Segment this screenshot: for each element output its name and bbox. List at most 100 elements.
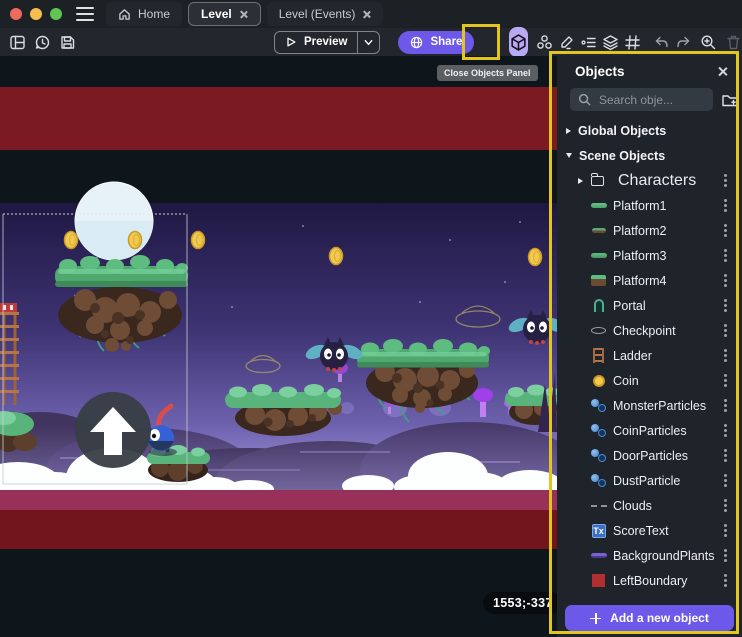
kebab-menu-icon[interactable] bbox=[724, 254, 727, 257]
kebab-menu-icon[interactable] bbox=[724, 554, 727, 557]
kebab-menu-icon[interactable] bbox=[724, 329, 727, 332]
tab-level[interactable]: Level bbox=[188, 2, 261, 26]
scene-editor-canvas[interactable] bbox=[0, 56, 557, 637]
grid-icon[interactable] bbox=[624, 34, 641, 51]
plus-icon bbox=[590, 613, 601, 624]
object-row-doorparticles[interactable]: DoorParticles bbox=[557, 443, 742, 468]
close-panel-icon[interactable] bbox=[717, 66, 728, 77]
checkpoint-thumb bbox=[590, 322, 607, 339]
object-row-coinparticles[interactable]: CoinParticles bbox=[557, 418, 742, 443]
object-row-platform2[interactable]: Platform2 bbox=[557, 218, 742, 243]
kebab-menu-icon[interactable] bbox=[724, 304, 727, 307]
jump-button-overlay[interactable] bbox=[75, 392, 151, 468]
dashed-line-thumb bbox=[590, 497, 607, 514]
object-row-clouds[interactable]: Clouds bbox=[557, 493, 742, 518]
kebab-menu-icon[interactable] bbox=[724, 504, 727, 507]
search-input[interactable]: Search obje... bbox=[570, 88, 713, 111]
menu-icon[interactable] bbox=[76, 7, 94, 21]
ladder-thumb bbox=[590, 347, 607, 364]
delete-icon[interactable] bbox=[725, 34, 742, 51]
add-folder-icon[interactable] bbox=[721, 91, 739, 109]
kebab-menu-icon[interactable] bbox=[724, 579, 727, 582]
gdevelop-editor-window: Home Level Level (Events) Preview bbox=[0, 0, 742, 637]
object-row-platform4[interactable]: Platform4 bbox=[557, 268, 742, 293]
object-row-monsterparticles[interactable]: MonsterParticles bbox=[557, 393, 742, 418]
minimize-window-button[interactable] bbox=[30, 8, 42, 20]
undo-icon[interactable] bbox=[653, 34, 670, 51]
share-button[interactable]: Share bbox=[398, 31, 474, 54]
history-icon[interactable] bbox=[34, 34, 51, 51]
maximize-window-button[interactable] bbox=[50, 8, 62, 20]
object-groups-icon[interactable] bbox=[536, 34, 553, 51]
kebab-menu-icon[interactable] bbox=[724, 479, 727, 482]
object-label: DoorParticles bbox=[613, 449, 688, 463]
kebab-menu-icon[interactable] bbox=[724, 279, 727, 282]
object-row-dustparticle[interactable]: DustParticle bbox=[557, 468, 742, 493]
close-tab-icon[interactable] bbox=[239, 10, 248, 19]
close-tab-icon[interactable] bbox=[362, 10, 371, 19]
tab-level-events[interactable]: Level (Events) bbox=[267, 2, 384, 26]
object-label: Clouds bbox=[613, 499, 652, 513]
object-row-characters[interactable]: Characters bbox=[557, 168, 742, 193]
object-row-scoretext[interactable]: TxScoreText bbox=[557, 518, 742, 543]
group-global-objects[interactable]: Global Objects bbox=[557, 118, 742, 143]
object-label: Coin bbox=[613, 374, 639, 388]
particles-thumb bbox=[590, 447, 607, 464]
kebab-menu-icon[interactable] bbox=[724, 529, 727, 532]
objects-panel-header: Objects bbox=[557, 56, 742, 86]
preview-button-main[interactable]: Preview bbox=[275, 36, 357, 48]
object-label: Platform4 bbox=[613, 274, 667, 288]
close-window-button[interactable] bbox=[10, 8, 22, 20]
object-label: Platform3 bbox=[613, 249, 667, 263]
kebab-menu-icon[interactable] bbox=[724, 454, 727, 457]
text-thumb: Tx bbox=[590, 522, 607, 539]
layers-icon[interactable] bbox=[602, 34, 619, 51]
object-row-platform1[interactable]: Platform1 bbox=[557, 193, 742, 218]
search-row: Search obje... bbox=[557, 88, 742, 111]
kebab-menu-icon[interactable] bbox=[724, 379, 727, 382]
kebab-menu-icon[interactable] bbox=[724, 354, 727, 357]
tab-home[interactable]: Home bbox=[106, 2, 182, 26]
instances-list-icon[interactable] bbox=[580, 34, 597, 51]
chevron-right-icon bbox=[578, 178, 583, 184]
objects-panel: Objects Search obje... Global Objects Sc… bbox=[557, 56, 742, 637]
redo-icon[interactable] bbox=[675, 34, 692, 51]
edit-pencil-icon[interactable] bbox=[558, 34, 575, 51]
top-boundary-object[interactable] bbox=[0, 87, 557, 150]
object-row-leftboundary[interactable]: LeftBoundary bbox=[557, 568, 742, 593]
preview-button[interactable]: Preview bbox=[274, 31, 380, 54]
plants-thumb bbox=[590, 547, 607, 564]
save-icon[interactable] bbox=[59, 34, 76, 51]
object-label: DustParticle bbox=[613, 474, 680, 488]
folder-icon bbox=[589, 172, 606, 189]
add-new-object-button[interactable]: Add a new object bbox=[565, 605, 734, 631]
object-row-platform3[interactable]: Platform3 bbox=[557, 243, 742, 268]
project-manager-icon[interactable] bbox=[9, 34, 26, 51]
search-placeholder: Search obje... bbox=[599, 93, 673, 107]
object-row-coin[interactable]: Coin bbox=[557, 368, 742, 393]
object-label: Platform2 bbox=[613, 224, 667, 238]
kebab-menu-icon[interactable] bbox=[724, 204, 727, 207]
zoom-in-icon[interactable] bbox=[700, 34, 717, 51]
portal-thumb bbox=[590, 297, 607, 314]
bottom-boundary-object[interactable] bbox=[0, 510, 557, 549]
object-row-ladder[interactable]: Ladder bbox=[557, 343, 742, 368]
object-row-portal[interactable]: Portal bbox=[557, 293, 742, 318]
kebab-menu-icon[interactable] bbox=[724, 229, 727, 232]
group-label: Global Objects bbox=[578, 124, 666, 138]
scene-canvas-render bbox=[0, 56, 557, 637]
objects-panel-button[interactable] bbox=[509, 27, 528, 57]
preview-dropdown-button[interactable] bbox=[357, 32, 379, 53]
preview-label: Preview bbox=[304, 36, 347, 48]
object-label: MonsterParticles bbox=[613, 399, 706, 413]
object-label: Checkpoint bbox=[613, 324, 676, 338]
kebab-menu-icon[interactable] bbox=[724, 429, 727, 432]
chevron-down-icon bbox=[363, 37, 374, 48]
object-row-backgroundplants[interactable]: BackgroundPlants bbox=[557, 543, 742, 568]
kebab-menu-icon[interactable] bbox=[724, 404, 727, 407]
kebab-menu-icon[interactable] bbox=[724, 179, 727, 182]
object-label: BackgroundPlants bbox=[613, 549, 714, 563]
group-scene-objects[interactable]: Scene Objects bbox=[557, 143, 742, 168]
object-row-checkpoint[interactable]: Checkpoint bbox=[557, 318, 742, 343]
balloon-sprite[interactable] bbox=[75, 182, 153, 260]
